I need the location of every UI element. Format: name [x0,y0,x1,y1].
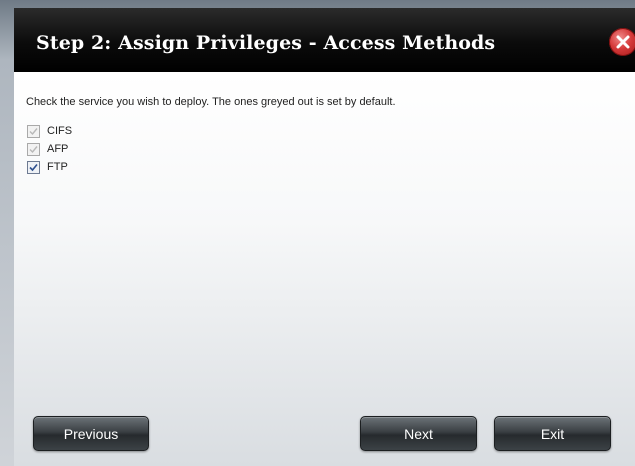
previous-button[interactable]: Previous [33,416,149,451]
dialog-title-bar: Step 2: Assign Privileges - Access Metho… [14,8,635,72]
afp-checkbox [27,142,40,156]
exit-button[interactable]: Exit [494,416,611,451]
service-row-ftp: FTP [27,160,68,174]
checkmark-icon [29,127,38,135]
next-button[interactable]: Next [360,416,477,451]
service-row-afp: AFP [27,142,68,156]
ftp-checkbox[interactable] [27,160,40,174]
wizard-dialog: Step 2: Assign Privileges - Access Metho… [14,8,635,466]
dialog-title: Step 2: Assign Privileges - Access Metho… [36,32,496,54]
checkmark-icon [29,163,38,171]
afp-label: AFP [47,143,69,155]
close-x-icon [616,35,630,49]
close-button[interactable] [609,28,635,56]
ftp-label: FTP [47,161,68,173]
cifs-checkbox [27,124,40,138]
instructions-text: Check the service you wish to deploy. Th… [26,96,396,108]
cifs-label: CIFS [47,125,73,137]
checkmark-icon [29,145,38,153]
service-row-cifs: CIFS [27,124,72,138]
dialog-content: Check the service you wish to deploy. Th… [14,72,635,466]
